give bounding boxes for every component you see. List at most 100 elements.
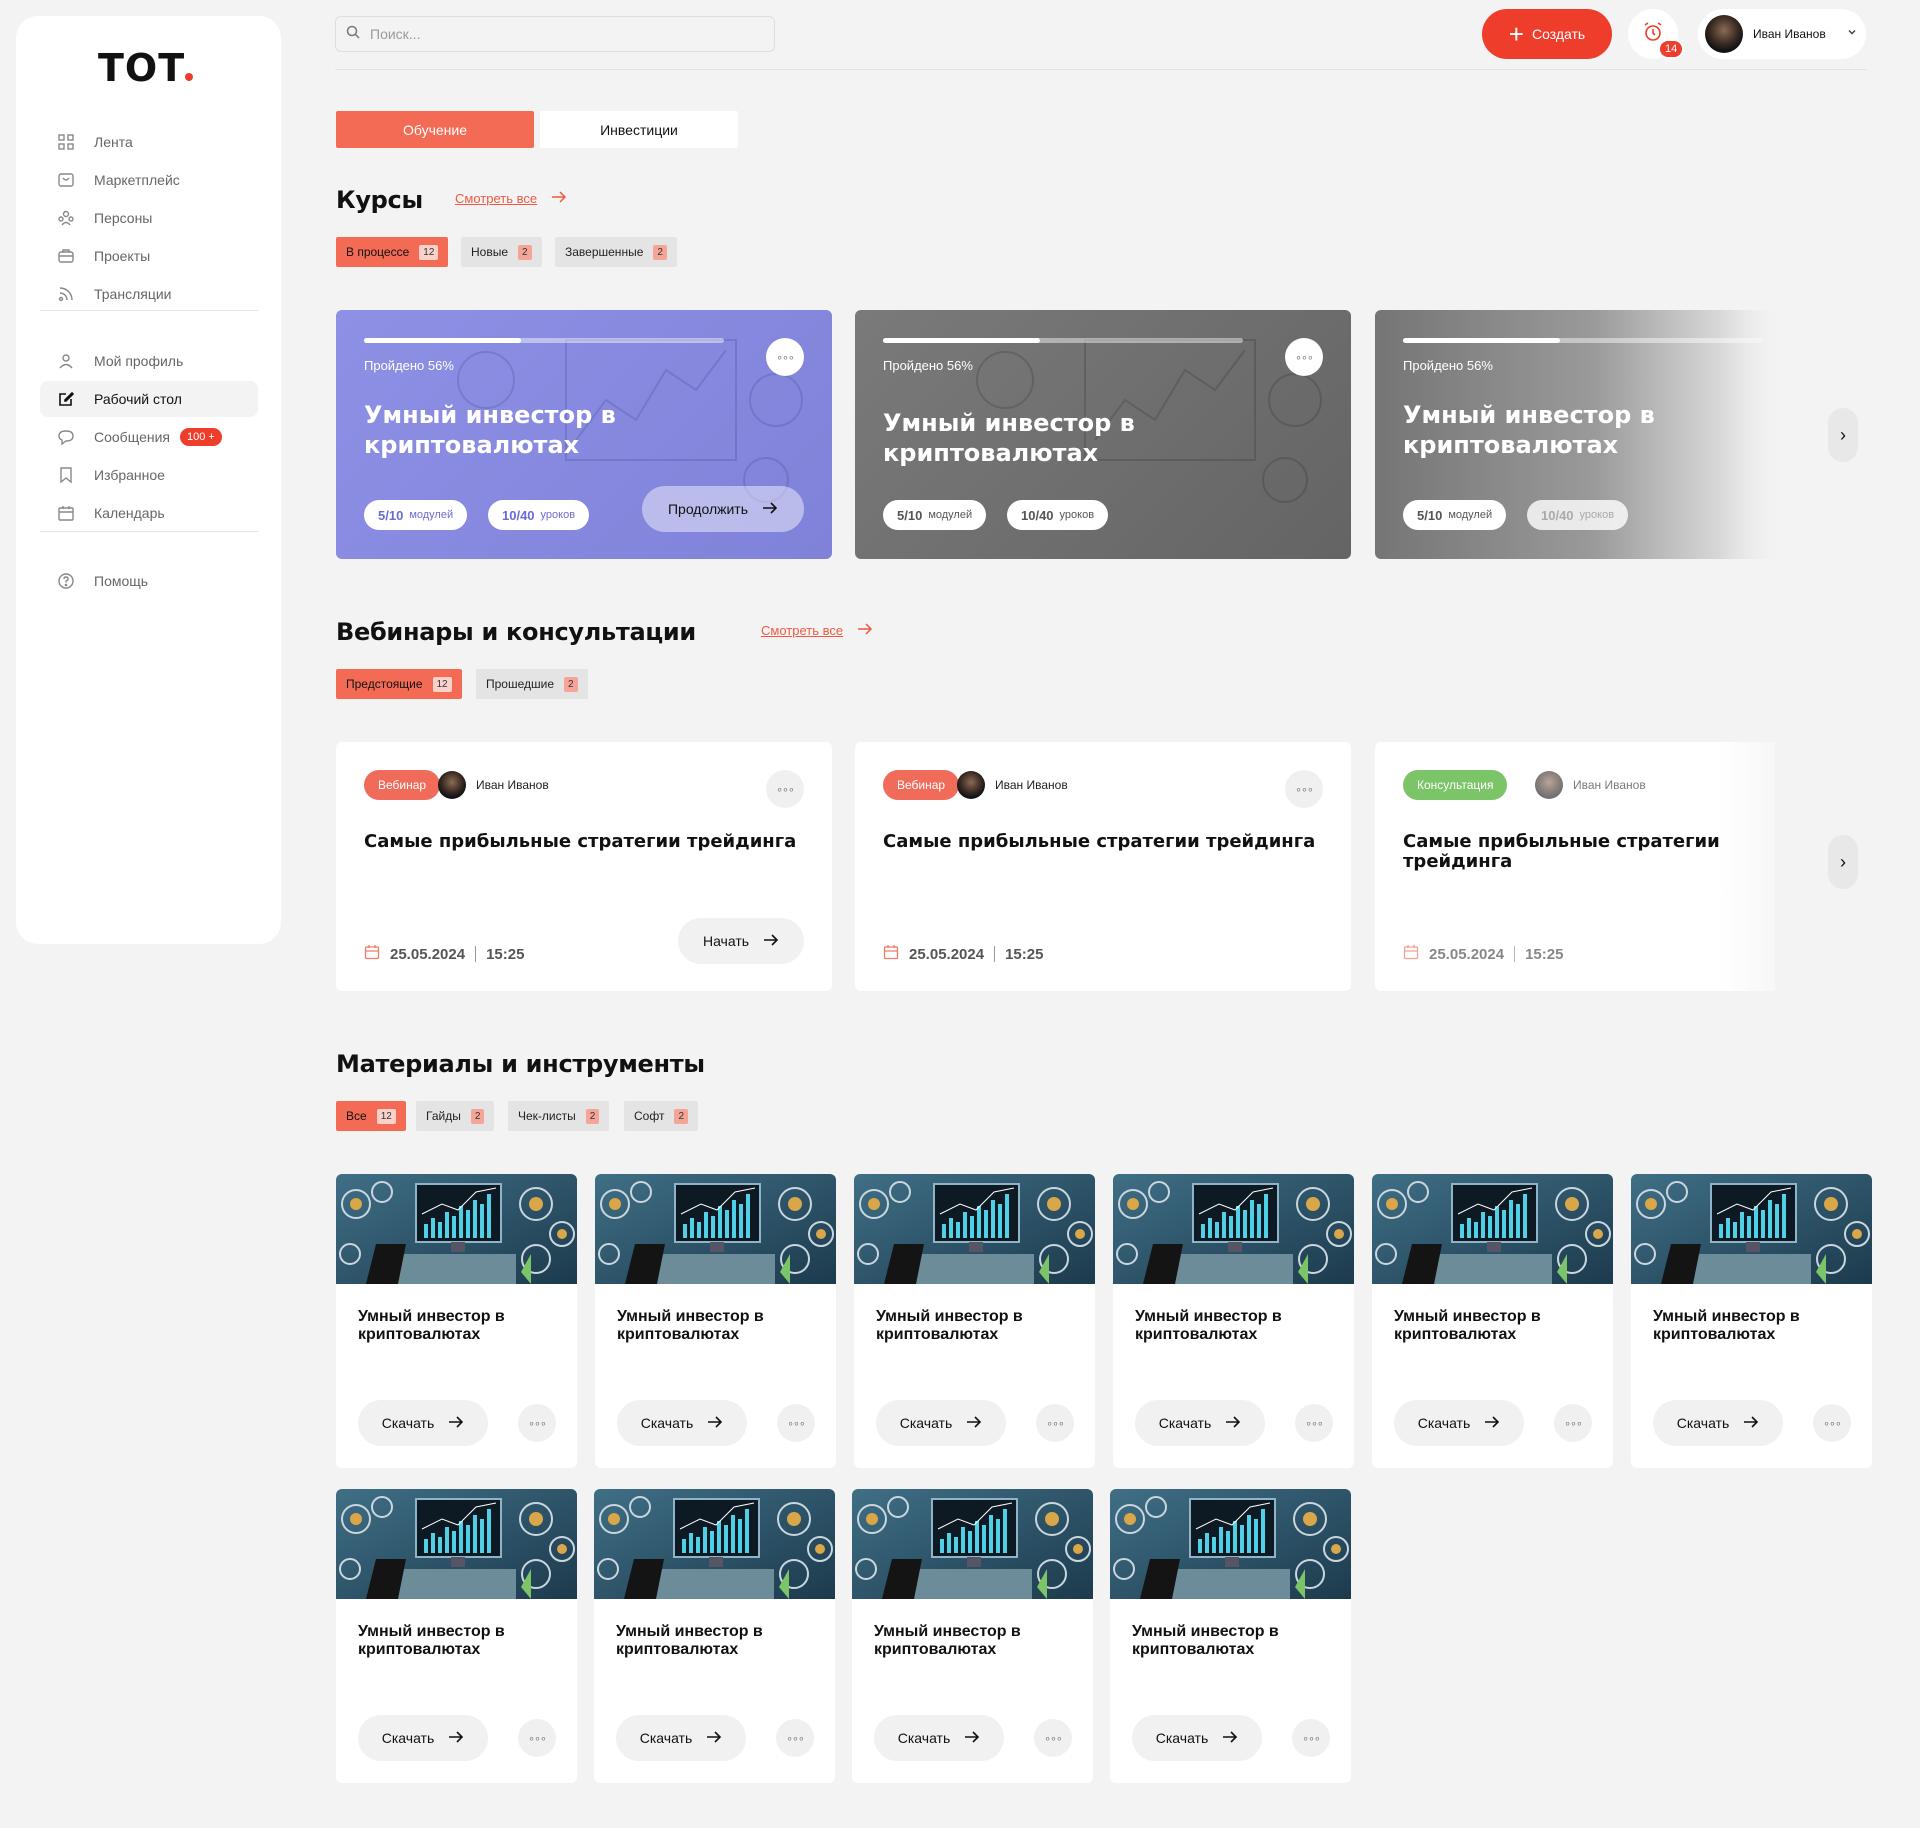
start-button[interactable]: Начать (678, 918, 804, 964)
filter-label: Новые (471, 245, 509, 259)
sidebar-item-desktop[interactable]: Рабочий стол (40, 381, 258, 417)
download-button[interactable]: Скачать (1132, 1715, 1262, 1761)
courses-next-button[interactable]: › (1828, 408, 1858, 462)
download-button[interactable]: Скачать (876, 1400, 1006, 1446)
more-options-button[interactable]: ∘∘∘ (1554, 1404, 1592, 1442)
course-card[interactable]: Пройдено 56% Умный инвестор в криптовалю… (336, 310, 832, 559)
modules-pill: 5/10 модулей (1403, 500, 1507, 530)
courses-see-all-link[interactable]: Смотреть все (455, 191, 567, 206)
logo[interactable]: TOT (98, 46, 194, 90)
course-card[interactable]: Пройдено 56% Умный инвестор в криптовалю… (1375, 310, 1775, 559)
continue-button[interactable]: Продолжить (642, 486, 804, 532)
sidebar-item-feed[interactable]: Лента (40, 124, 258, 160)
webinar-date: 25.05.2024 (1429, 945, 1505, 963)
material-card[interactable]: Умный инвестор в криптовалютах Скачать ∘∘∘ (1631, 1174, 1872, 1468)
sidebar-item-projects[interactable]: Проекты (40, 238, 258, 274)
filter-count: 2 (470, 1108, 485, 1124)
material-card[interactable]: Умный инвестор в криптовалютах Скачать ∘∘∘ (594, 1489, 835, 1783)
download-button[interactable]: Скачать (1394, 1400, 1524, 1446)
user-menu[interactable]: Иван Иванов (1698, 9, 1866, 59)
material-image (852, 1489, 1093, 1599)
download-button[interactable]: Скачать (874, 1715, 1004, 1761)
sidebar-item-personas[interactable]: Персоны (40, 200, 258, 236)
more-options-button[interactable]: ∘∘∘ (518, 1719, 556, 1757)
download-button[interactable]: Скачать (1135, 1400, 1265, 1446)
course-card[interactable]: Пройдено 56% Умный инвестор в криптовалю… (855, 310, 1351, 559)
material-card[interactable]: Умный инвестор в криптовалютах Скачать ∘∘∘ (852, 1489, 1093, 1783)
download-label: Скачать (640, 1415, 694, 1431)
more-options-button[interactable]: ∘∘∘ (766, 770, 804, 808)
download-button[interactable]: Скачать (616, 1715, 746, 1761)
webinar-card[interactable]: Вебинар Иван Иванов ∘∘∘ Самые прибыльные… (855, 742, 1351, 991)
courses-title: Курсы (336, 186, 423, 214)
create-button[interactable]: + Создать (1482, 9, 1612, 59)
sidebar-item-marketplace[interactable]: Маркетплейс (40, 162, 258, 198)
sidebar-item-label: Мой профиль (94, 353, 184, 369)
more-options-button[interactable]: ∘∘∘ (1292, 1719, 1330, 1757)
more-options-button[interactable]: ∘∘∘ (1036, 1404, 1074, 1442)
material-card[interactable]: Умный инвестор в криптовалютах Скачать ∘∘∘ (336, 1489, 577, 1783)
material-card[interactable]: Умный инвестор в криптовалютах Скачать ∘∘∘ (1372, 1174, 1613, 1468)
more-options-button[interactable]: ∘∘∘ (518, 1404, 556, 1442)
search-input[interactable] (368, 25, 748, 43)
filter-all[interactable]: Все 12 (336, 1101, 406, 1131)
sidebar-item-broadcasts[interactable]: Трансляции (40, 276, 258, 312)
more-options-button[interactable]: ∘∘∘ (766, 338, 804, 376)
more-options-button[interactable]: ∘∘∘ (776, 1719, 814, 1757)
download-button[interactable]: Скачать (358, 1715, 488, 1761)
filter-guides[interactable]: Гайды 2 (416, 1101, 495, 1131)
sidebar-divider (40, 531, 258, 532)
material-card[interactable]: Умный инвестор в криптовалютах Скачать ∘∘∘ (336, 1174, 577, 1468)
filter-completed[interactable]: Завершенные 2 (555, 237, 677, 267)
material-card[interactable]: Умный инвестор в криптовалютах Скачать ∘∘∘ (1110, 1489, 1351, 1783)
material-card[interactable]: Умный инвестор в криптовалютах Скачать ∘∘∘ (1113, 1174, 1354, 1468)
more-options-button[interactable]: ∘∘∘ (1295, 1404, 1333, 1442)
filter-checklists[interactable]: Чек-листы 2 (508, 1101, 610, 1131)
material-image (336, 1489, 577, 1599)
material-image (1372, 1174, 1613, 1284)
download-button[interactable]: Скачать (1653, 1400, 1783, 1446)
search-box[interactable] (335, 16, 775, 52)
sidebar-item-help[interactable]: Помощь (40, 563, 258, 599)
filter-software[interactable]: Софт 2 (624, 1101, 699, 1131)
webinars-see-all-link[interactable]: Смотреть все (761, 623, 873, 638)
sidebar-item-profile[interactable]: Мой профиль (40, 343, 258, 379)
download-label: Скачать (1417, 1415, 1471, 1431)
notifications-button[interactable]: 14 (1628, 9, 1685, 59)
download-button[interactable]: Скачать (617, 1400, 747, 1446)
material-title: Умный инвестор в криптовалютах (1394, 1308, 1541, 1343)
tab-investments[interactable]: Инвестиции (540, 111, 738, 148)
material-card[interactable]: Умный инвестор в криптовалютах Скачать ∘∘∘ (595, 1174, 836, 1468)
sidebar-item-messages[interactable]: Сообщения 100 + (40, 419, 258, 455)
more-options-button[interactable]: ∘∘∘ (1813, 1404, 1851, 1442)
webinar-date: 25.05.2024 (909, 945, 985, 963)
arrow-right-icon (1225, 1415, 1241, 1431)
modules-label: модулей (928, 509, 973, 521)
download-label: Скачать (899, 1415, 953, 1431)
sidebar-item-calendar[interactable]: Календарь (40, 495, 258, 531)
more-options-button[interactable]: ∘∘∘ (777, 1404, 815, 1442)
filter-new[interactable]: Новые 2 (461, 237, 542, 267)
more-options-button[interactable]: ∘∘∘ (1285, 770, 1323, 808)
filter-in-progress[interactable]: В процессе 12 (336, 237, 449, 267)
more-options-button[interactable]: ∘∘∘ (1285, 338, 1323, 376)
material-image (336, 1174, 577, 1284)
tab-learning[interactable]: Обучение (336, 111, 534, 148)
course-progress-text: Пройдено 56% (1403, 358, 1493, 373)
webinar-card[interactable]: Вебинар Иван Иванов ∘∘∘ Самые прибыльные… (336, 742, 832, 991)
sidebar-item-label: Избранное (94, 467, 165, 483)
more-options-button[interactable]: ∘∘∘ (1034, 1719, 1072, 1757)
sidebar-divider (40, 310, 258, 311)
filter-past[interactable]: Прошедшие 2 (476, 669, 588, 699)
filter-label: Все (346, 1109, 367, 1123)
author-name: Иван Иванов (476, 778, 549, 792)
webinar-card[interactable]: Консультация Иван Иванов Самые прибыльны… (1375, 742, 1775, 991)
sidebar-item-favorites[interactable]: Избранное (40, 457, 258, 493)
filter-label: Гайды (426, 1109, 461, 1123)
arrow-right-icon (706, 1730, 722, 1746)
webinars-next-button[interactable]: › (1828, 835, 1858, 889)
material-image (1113, 1174, 1354, 1284)
material-card[interactable]: Умный инвестор в криптовалютах Скачать ∘∘∘ (854, 1174, 1095, 1468)
filter-upcoming[interactable]: Предстоящие 12 (336, 669, 462, 699)
download-button[interactable]: Скачать (358, 1400, 488, 1446)
